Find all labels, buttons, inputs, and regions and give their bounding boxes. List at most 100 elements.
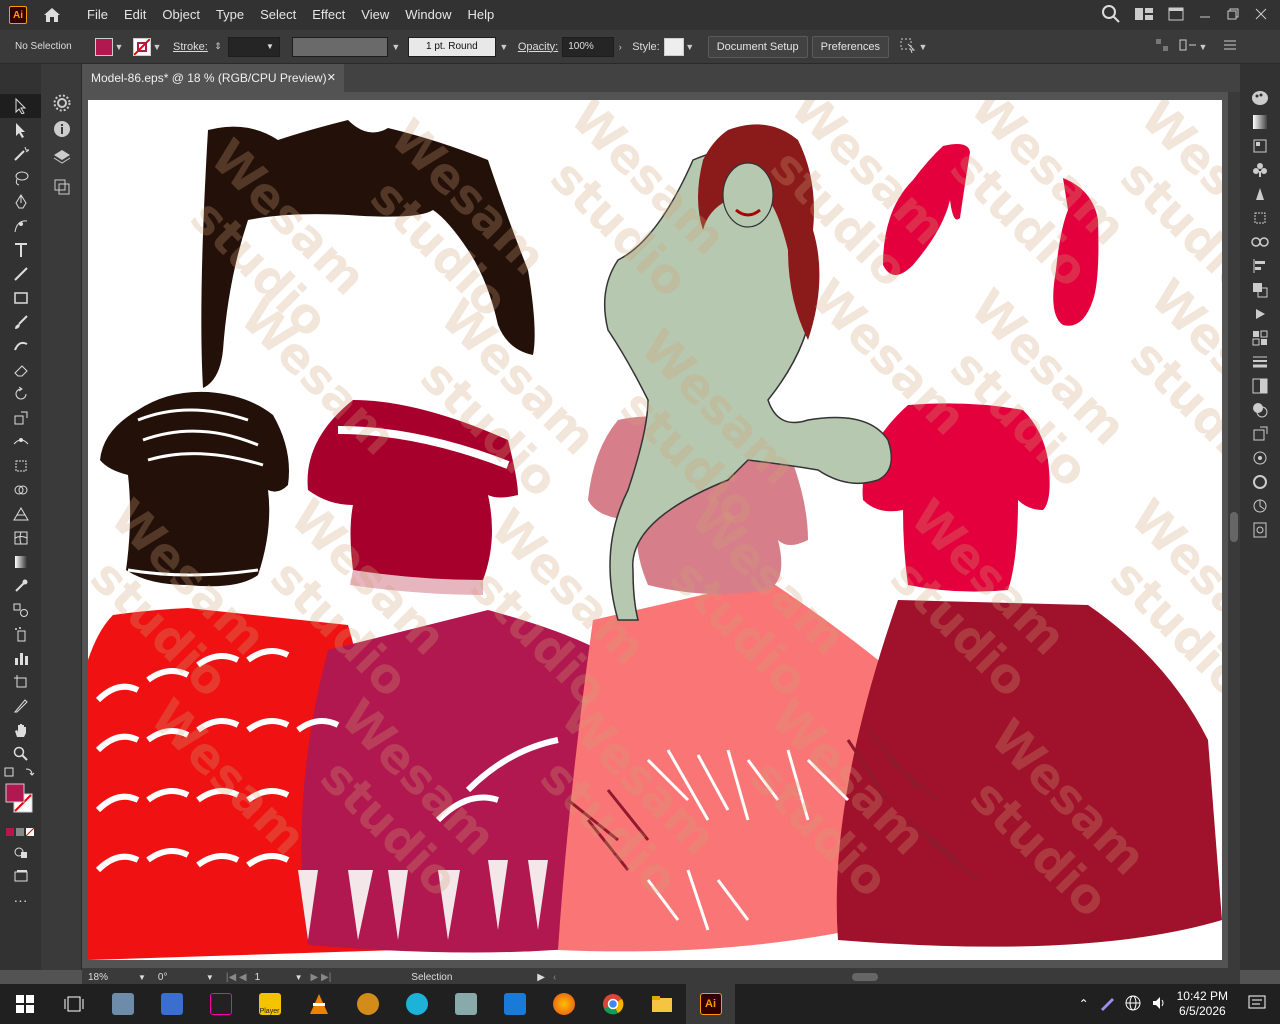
illustrator-taskbar-icon[interactable]: Ai xyxy=(686,984,735,1024)
app-network-icon[interactable] xyxy=(392,984,441,1024)
app-m-icon[interactable] xyxy=(490,984,539,1024)
blend-tool-icon[interactable] xyxy=(0,598,41,622)
hscroll-left-icon[interactable]: ‹ xyxy=(553,972,556,983)
color-mode-buttons[interactable] xyxy=(0,828,41,836)
firefox-icon[interactable] xyxy=(539,984,588,1024)
info-icon[interactable] xyxy=(41,116,82,142)
selection-tool-icon[interactable] xyxy=(0,94,41,118)
app-vlc-icon[interactable] xyxy=(294,984,343,1024)
transform-icon[interactable] xyxy=(1179,38,1197,55)
stroke-weight-stepper[interactable]: ⇕ xyxy=(212,38,224,56)
zoom-tool-icon[interactable] xyxy=(0,742,41,766)
lasso-tool-icon[interactable] xyxy=(0,166,41,190)
transparency-icon[interactable] xyxy=(1240,374,1280,398)
screen-mode-icon[interactable] xyxy=(0,864,41,888)
app-toolbox-icon[interactable] xyxy=(441,984,490,1024)
pen-icon[interactable] xyxy=(1099,995,1115,1014)
hand-tool-icon[interactable] xyxy=(0,718,41,742)
pattern-icon[interactable] xyxy=(1240,326,1280,350)
draw-mode-icon[interactable] xyxy=(0,840,41,864)
workspace-icon[interactable] xyxy=(1168,7,1184,24)
menu-edit[interactable]: Edit xyxy=(116,0,154,30)
brush-dropdown-icon[interactable]: ▼ xyxy=(498,38,510,56)
shaper-tool-icon[interactable] xyxy=(0,334,41,358)
horizontal-scroll-thumb[interactable] xyxy=(852,973,879,981)
pathfinder-icon[interactable] xyxy=(1240,278,1280,302)
app-games-icon[interactable] xyxy=(343,984,392,1024)
volume-icon[interactable] xyxy=(1151,995,1167,1014)
links-icon[interactable] xyxy=(1240,230,1280,254)
artboards-icon[interactable] xyxy=(41,172,82,202)
notifications-icon[interactable] xyxy=(1248,995,1266,1014)
edit-toolbar-icon[interactable]: ··· xyxy=(0,888,41,912)
align-panel-icon[interactable] xyxy=(1240,254,1280,278)
gradient-panel-icon[interactable] xyxy=(1240,110,1280,134)
language-globe-icon[interactable] xyxy=(1125,995,1141,1014)
tray-overflow-icon[interactable]: ⌃ xyxy=(1079,997,1089,1011)
eraser-tool-icon[interactable] xyxy=(0,358,41,382)
slice-tool-icon[interactable] xyxy=(0,694,41,718)
artboard-tool-icon[interactable] xyxy=(0,670,41,694)
menu-type[interactable]: Type xyxy=(208,0,252,30)
artboard-nav-prev-icon[interactable]: |◀ ◀ xyxy=(226,972,247,983)
menu-help[interactable]: Help xyxy=(459,0,502,30)
vertical-scroll-thumb[interactable] xyxy=(1230,512,1238,542)
windows-start-icon[interactable] xyxy=(0,984,49,1024)
perspective-grid-tool-icon[interactable] xyxy=(0,502,41,526)
shape-builder-tool-icon[interactable] xyxy=(0,478,41,502)
arrange-documents-icon[interactable] xyxy=(1134,7,1154,24)
symbol-sprayer-tool-icon[interactable] xyxy=(0,622,41,646)
zoom-level[interactable]: 18% xyxy=(88,972,138,983)
brushes-icon[interactable] xyxy=(1240,182,1280,206)
direct-selection-tool-icon[interactable] xyxy=(0,118,41,142)
app-player-icon[interactable]: Player xyxy=(245,984,294,1024)
zoom-dropdown-icon[interactable]: ▼ xyxy=(138,973,146,982)
stroke-weight-field[interactable]: ▼ xyxy=(227,36,280,57)
canvas[interactable]: Wesam studio Wesam studio Wesam studio W… xyxy=(82,92,1228,968)
stroke-dropdown-icon[interactable]: ▼ xyxy=(151,38,163,56)
scale-tool-icon[interactable] xyxy=(0,406,41,430)
menu-view[interactable]: View xyxy=(353,0,397,30)
free-transform-tool-icon[interactable] xyxy=(0,454,41,478)
eyedropper-tool-icon[interactable] xyxy=(0,574,41,598)
file-explorer-icon[interactable] xyxy=(637,984,686,1024)
system-clock[interactable]: 10:42 PM 6/5/2026 xyxy=(1177,989,1228,1019)
actions-play-icon[interactable] xyxy=(1240,302,1280,326)
transform-panel-icon[interactable] xyxy=(1240,206,1280,230)
preferences-button[interactable]: Preferences xyxy=(811,35,889,58)
chrome-icon[interactable] xyxy=(588,984,637,1024)
graphic-style-swatch[interactable] xyxy=(663,37,684,56)
stroke-swatch[interactable] xyxy=(133,37,151,56)
rotate-tool-icon[interactable] xyxy=(0,382,41,406)
mesh-tool-icon[interactable] xyxy=(0,526,41,550)
artboard-number[interactable]: 1 xyxy=(255,972,295,983)
home-icon[interactable] xyxy=(41,4,63,26)
rotation-dropdown-icon[interactable]: ▼ xyxy=(206,973,214,982)
fill-dropdown-icon[interactable]: ▼ xyxy=(113,38,125,56)
select-similar-icon[interactable] xyxy=(899,37,917,56)
status-menu-icon[interactable]: ▶ xyxy=(537,972,545,983)
search-icon[interactable] xyxy=(1102,4,1120,26)
libraries-icon[interactable] xyxy=(1240,446,1280,470)
opacity-expand-icon[interactable]: › xyxy=(614,38,626,56)
width-tool-icon[interactable] xyxy=(0,430,41,454)
variable-width-dropdown-icon[interactable]: ▼ xyxy=(390,38,402,56)
asset-export-icon[interactable] xyxy=(1240,494,1280,518)
properties-gear-icon[interactable] xyxy=(41,90,82,116)
brush-definition-field[interactable]: 1 pt. Round xyxy=(407,36,496,57)
artboard-dropdown-icon[interactable]: ▼ xyxy=(295,973,303,982)
paintbrush-tool-icon[interactable] xyxy=(0,310,41,334)
vertical-scrollbar[interactable] xyxy=(1228,92,1240,968)
document-tab[interactable]: Model-86.eps* @ 18 % (RGB/CPU Preview) ✕ xyxy=(82,64,344,92)
artboard-nav-next-icon[interactable]: ▶ ▶| xyxy=(311,972,332,983)
close-tab-icon[interactable]: ✕ xyxy=(327,71,336,84)
document-setup-button[interactable]: Document Setup xyxy=(707,35,808,58)
line-tool-icon[interactable] xyxy=(0,262,41,286)
document-info-icon[interactable] xyxy=(1240,518,1280,542)
restore-icon[interactable] xyxy=(1226,7,1240,24)
color-palette-icon[interactable] xyxy=(1240,86,1280,110)
symbols-club-icon[interactable] xyxy=(1240,158,1280,182)
horizontal-scrollbar[interactable] xyxy=(562,972,1162,982)
gradient-tool-icon[interactable] xyxy=(0,550,41,574)
variable-width-profile[interactable] xyxy=(291,36,388,57)
